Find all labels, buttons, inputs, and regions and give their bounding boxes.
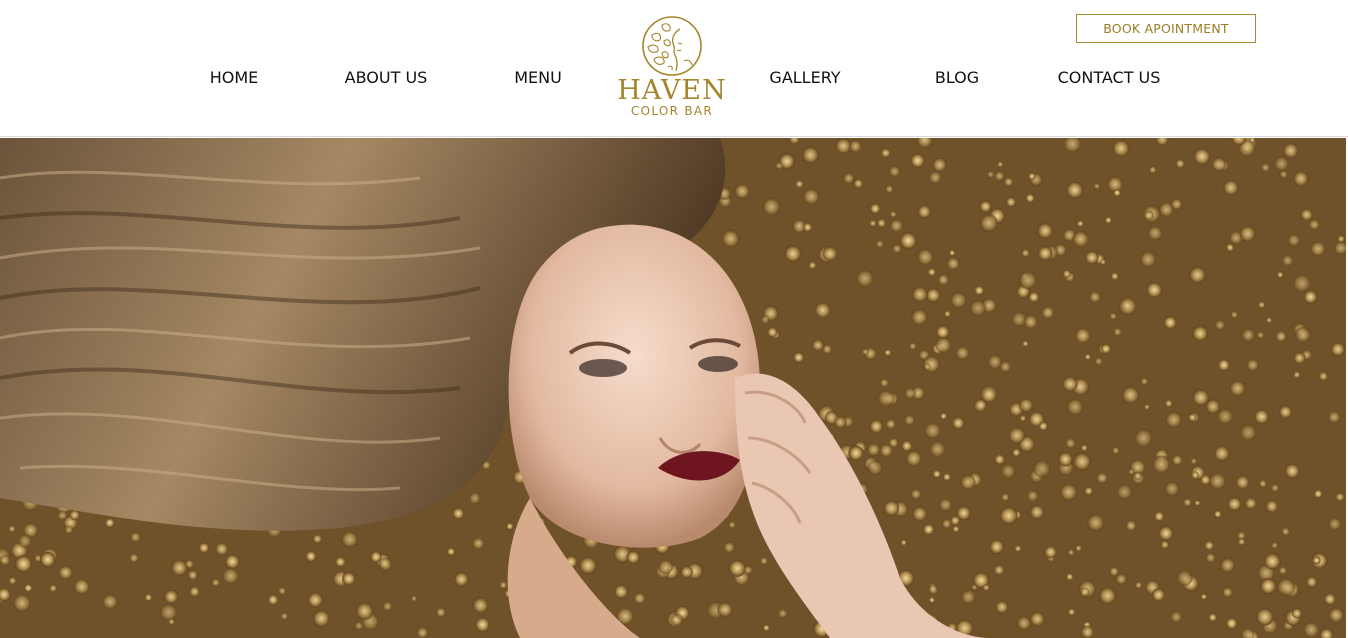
nav-menu[interactable]: MENU <box>514 68 562 87</box>
hero-image <box>0 138 1346 638</box>
nav-gallery[interactable]: GALLERY <box>769 68 840 87</box>
site-logo[interactable]: HAVEN COLOR BAR <box>616 12 728 122</box>
nav-home[interactable]: HOME <box>210 68 259 87</box>
logo-tagline: COLOR BAR <box>630 104 714 118</box>
nav-contact-us[interactable]: CONTACT US <box>1058 68 1161 87</box>
woman-face-leaves-icon <box>642 16 702 76</box>
face <box>508 224 760 548</box>
logo-name: HAVEN <box>617 75 727 106</box>
nav-blog[interactable]: BLOG <box>935 68 979 87</box>
hero-photo <box>0 138 1346 638</box>
book-appointment-button[interactable]: BOOK APOINTMENT <box>1076 14 1256 43</box>
site-header: BOOK APOINTMENT HOME ABOUT US MENU HAVEN… <box>0 0 1348 137</box>
nav-about-us[interactable]: ABOUT US <box>345 68 428 87</box>
